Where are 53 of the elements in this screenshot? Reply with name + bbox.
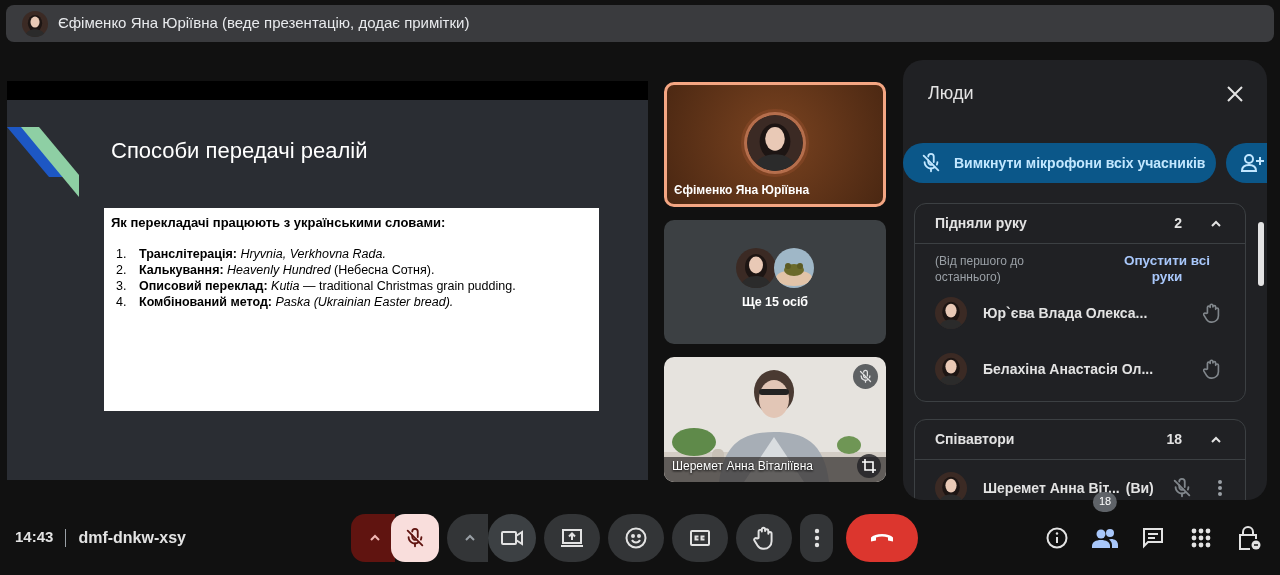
scrollbar[interactable] [1258, 222, 1264, 286]
info-icon [1045, 525, 1069, 550]
list-number: 3. [115, 277, 128, 294]
audio-settings-button[interactable] [351, 513, 395, 562]
close-icon [1226, 84, 1244, 103]
mic-off-icon [404, 526, 426, 549]
camera-button[interactable] [488, 513, 536, 562]
more-icon [813, 527, 820, 548]
presenter-label: Єфіменко Яна Юріївна (веде презентацію, додає примітки) [58, 13, 470, 34]
order-note: (Від першого до останнього) [935, 253, 1025, 285]
meeting-code: dmf-dnkw-xsy [78, 527, 186, 548]
crop-icon [862, 459, 876, 473]
chat-icon [1141, 525, 1165, 550]
list-item-text: Калькування: Heavenly Hundred (Небесна Сотня). [139, 261, 435, 278]
others-count: Ще 15 осіб [741, 294, 809, 312]
more-options-button[interactable] [1217, 479, 1223, 497]
list-item-text: Транслітерація: Hryvnia, Verkhovna Rada. [139, 245, 386, 262]
lower-all-hands-link[interactable]: Опустити всі руки [1117, 253, 1217, 285]
others-tile[interactable]: Ще 15 осіб [664, 220, 886, 344]
participant-name: Єфіменко Яна Юріївна [674, 182, 810, 199]
section-count: 2 [1174, 214, 1182, 233]
leave-call-button[interactable] [846, 513, 918, 562]
reactions-button[interactable] [608, 513, 664, 562]
panel-title: Люди [928, 82, 974, 105]
mic-off-icon [920, 152, 942, 174]
present-button[interactable] [544, 513, 600, 562]
participant-name: Юр`єва Влада Олекса... [983, 303, 1148, 323]
more-icon [1217, 479, 1223, 497]
mute-all-button[interactable]: Вимкнути мікрофони всіх учасників [903, 143, 1216, 183]
slide-decoration-icon [7, 127, 79, 197]
slide-title: Способи передачі реалій [110, 137, 369, 165]
participant-name: Белахіна Анастасія Ол... [983, 359, 1154, 379]
phone-icon [869, 531, 895, 544]
section-title: Підняли руку [935, 214, 1028, 233]
lock-icon [1237, 524, 1261, 551]
captions-button[interactable] [672, 513, 728, 562]
apps-icon [1191, 527, 1211, 548]
add-person-icon [1240, 153, 1264, 173]
list-number: 1. [115, 245, 128, 262]
section-count: 18 [1166, 430, 1182, 449]
list-number: 4. [115, 293, 128, 310]
participant-name: Шеремет Анна Віталіївна [672, 458, 814, 475]
time-label: 14:43 [15, 527, 54, 548]
list-item-text: Комбінований метод: Paska (Ukrainian Easter bread). [139, 293, 454, 310]
microphone-button[interactable] [391, 513, 439, 562]
more-options-button[interactable] [800, 513, 833, 562]
smiley-icon [624, 525, 648, 550]
list-number: 2. [115, 261, 128, 278]
raise-hand-button[interactable] [736, 513, 792, 562]
list-item-text: Описовий переклад: Kutia — traditional Christmas grain pudding. [139, 277, 516, 294]
section-title: Співавтори [935, 430, 1016, 449]
you-label: (Ви) [1125, 478, 1154, 498]
slide-heading: Як перекладачі працюють з українськими словами: [111, 214, 446, 232]
